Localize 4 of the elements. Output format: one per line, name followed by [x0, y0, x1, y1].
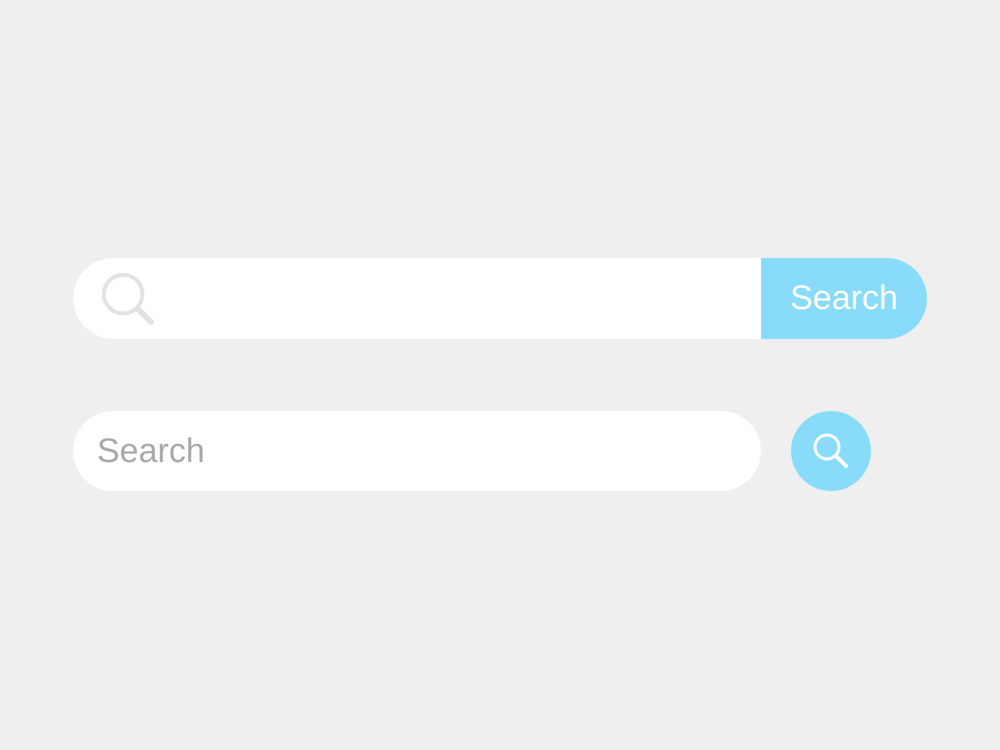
search-field[interactable] — [73, 258, 761, 339]
search-icon — [811, 431, 851, 471]
search-button[interactable]: Search — [761, 258, 927, 339]
search-field[interactable]: Search — [73, 411, 761, 491]
